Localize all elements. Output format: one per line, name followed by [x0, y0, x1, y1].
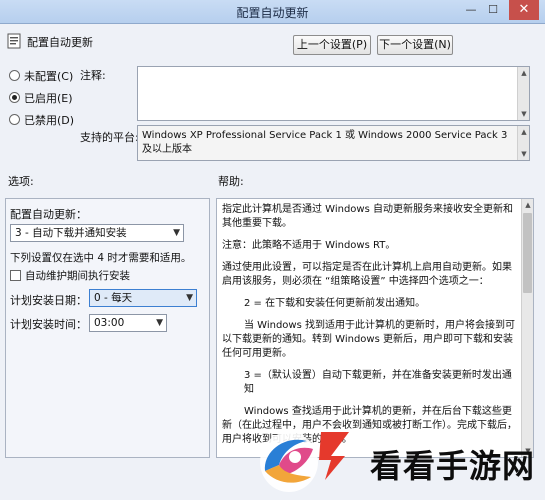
- radio-disabled[interactable]: [9, 114, 20, 125]
- next-setting-button[interactable]: 下一个设置(N): [377, 35, 453, 55]
- help-paragraph: 注意：此策略不适用于 Windows RT。: [222, 240, 396, 251]
- close-button[interactable]: ✕: [509, 0, 539, 20]
- options-panel: 配置自动更新： 3 - 自动下载并通知安装 ▼ 下列设置仅在选中 4 时才需要和…: [5, 198, 210, 458]
- chevron-down-icon: ▼: [156, 318, 163, 328]
- platform-textbox: Windows XP Professional Service Pack 1 或…: [137, 125, 530, 161]
- radio-enabled-label: 已启用(E): [24, 92, 73, 105]
- radio-disabled-label: 已禁用(D): [24, 114, 75, 127]
- scroll-thumb[interactable]: [523, 213, 532, 293]
- platform-text: Windows XP Professional Service Pack 1 或…: [142, 130, 508, 155]
- radio-not-configured[interactable]: [9, 70, 20, 81]
- maintenance-checkbox[interactable]: [10, 270, 21, 281]
- scroll-down-arrow-icon[interactable]: ▼: [518, 148, 530, 160]
- chevron-down-icon: ▼: [186, 293, 193, 303]
- previous-setting-button[interactable]: 上一个设置(P): [293, 35, 371, 55]
- configure-updates-select[interactable]: 3 - 自动下载并通知安装 ▼: [10, 224, 184, 242]
- minimize-button[interactable]: —: [462, 3, 480, 19]
- install-time-label: 计划安装时间：: [10, 318, 87, 331]
- radio-enabled[interactable]: [9, 92, 20, 103]
- platform-scrollbar[interactable]: ▲ ▼: [517, 126, 529, 160]
- help-panel: 指定此计算机是否通过 Windows 自动更新服务来接收安全更新和其他重要下载。…: [216, 198, 534, 458]
- scroll-up-arrow-icon[interactable]: ▲: [522, 199, 533, 211]
- chevron-down-icon: ▼: [173, 228, 180, 238]
- maintenance-checkbox-label: 自动维护期间执行安装: [25, 270, 130, 282]
- help-paragraph: 2 = 在下载和安装任何更新前发出通知。: [244, 298, 426, 309]
- help-scrollbar[interactable]: ▲ ▼: [521, 199, 533, 457]
- install-time-select[interactable]: 03:00 ▼: [89, 314, 167, 332]
- options-note: 下列设置仅在选中 4 时才需要和适用。: [10, 252, 192, 264]
- comment-textbox[interactable]: ▲ ▼: [137, 66, 530, 121]
- help-paragraph: 当 Windows 找到适用于此计算机的更新时，用户将会接到可以下载更新的通知。…: [222, 320, 515, 359]
- watermark-logo: [255, 425, 320, 495]
- help-text: 指定此计算机是否通过 Windows 自动更新服务来接收安全更新和其他重要下载。…: [222, 203, 518, 455]
- help-paragraph: 3 =（默认设置）自动下载更新，并在准备安装更新时发出通知: [244, 370, 512, 395]
- configure-updates-label: 配置自动更新：: [10, 208, 87, 221]
- maximize-button[interactable]: ☐: [484, 3, 502, 19]
- scroll-up-arrow-icon[interactable]: ▲: [518, 126, 530, 138]
- platform-label: 支持的平台:: [80, 131, 139, 144]
- help-section-label: 帮助:: [218, 175, 244, 188]
- comment-scrollbar[interactable]: ▲ ▼: [517, 67, 529, 120]
- radio-not-configured-label: 未配置(C): [24, 70, 74, 83]
- policy-icon: [7, 33, 21, 49]
- title-bar: 配置自动更新 — ☐ ✕: [0, 0, 545, 24]
- install-day-label: 计划安装日期：: [10, 294, 87, 307]
- install-day-select[interactable]: 0 - 每天 ▼: [89, 289, 197, 307]
- watermark-text: 看看手游网: [370, 447, 536, 485]
- policy-name: 配置自动更新: [27, 36, 93, 49]
- options-section-label: 选项:: [8, 175, 34, 188]
- comment-label: 注释:: [80, 69, 106, 82]
- watermark-emblem: [315, 430, 353, 482]
- scroll-down-arrow-icon[interactable]: ▼: [518, 108, 530, 120]
- scroll-up-arrow-icon[interactable]: ▲: [518, 67, 530, 79]
- help-paragraph: 指定此计算机是否通过 Windows 自动更新服务来接收安全更新和其他重要下载。: [222, 204, 513, 229]
- help-paragraph: 通过使用此设置，可以指定是否在此计算机上启用自动更新。如果启用该服务，则必须在 …: [222, 262, 512, 287]
